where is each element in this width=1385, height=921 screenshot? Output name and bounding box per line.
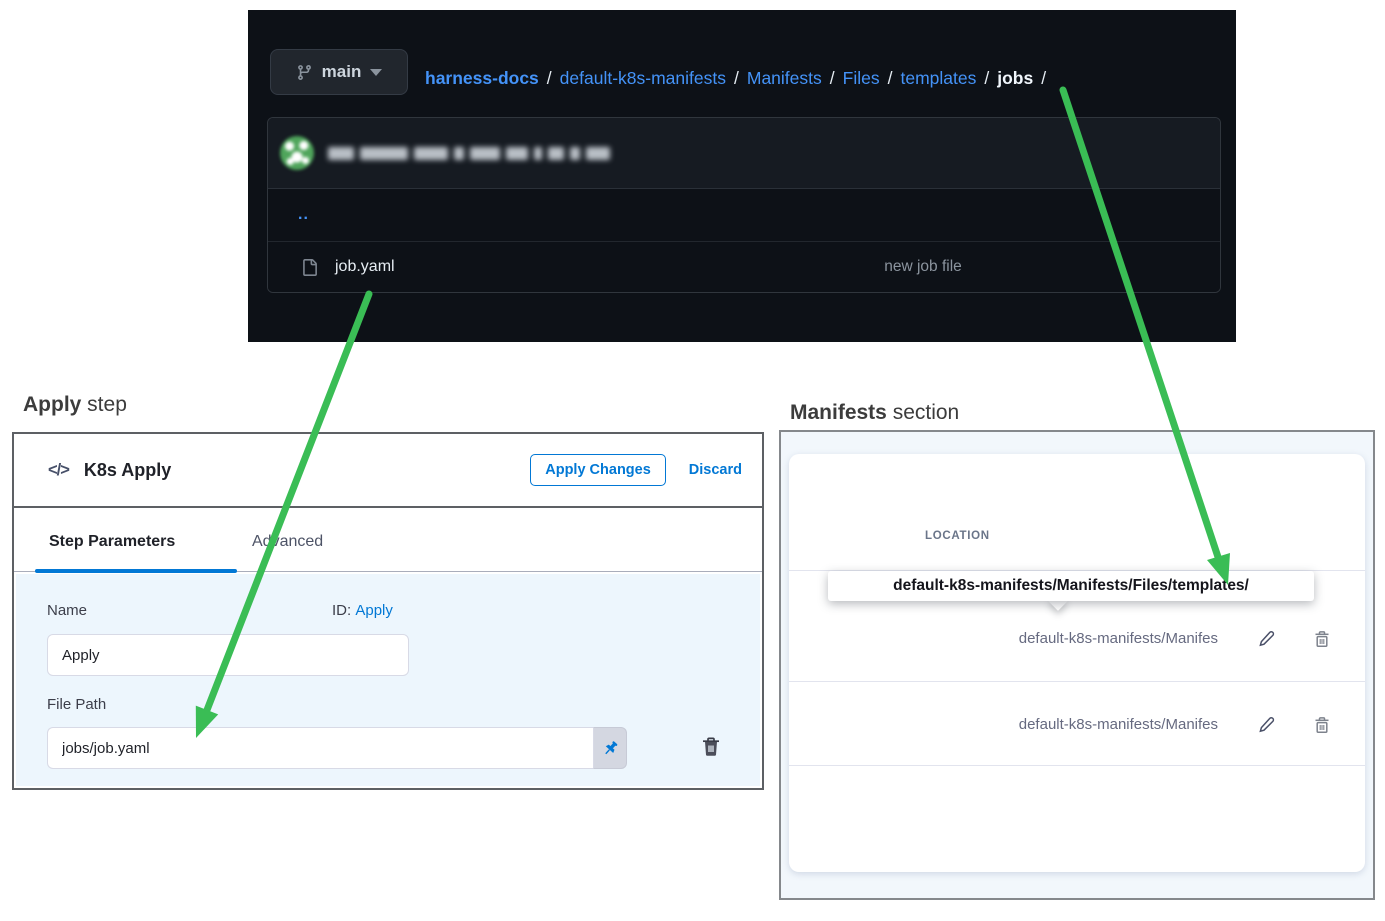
- location-tooltip: default-k8s-manifests/Manifests/Files/te…: [828, 571, 1314, 601]
- breadcrumb-link-manifests[interactable]: Manifests: [747, 68, 822, 89]
- trash-icon: [1312, 715, 1332, 735]
- caption-bold: Manifests: [790, 401, 887, 424]
- file-commit-message[interactable]: new job file: [828, 258, 1018, 276]
- breadcrumb-repo-link[interactable]: harness-docs: [425, 68, 539, 89]
- name-label: Name: [47, 602, 87, 619]
- manifests-section-panel: LOCATION default-k8s-manifests/Manifes d…: [779, 430, 1375, 900]
- caption-bold: Apply: [23, 393, 81, 416]
- step-panel-header: </> K8s Apply Apply Changes Discard: [14, 434, 762, 508]
- breadcrumb-separator: /: [888, 68, 893, 89]
- file-name-link[interactable]: job.yaml: [335, 258, 395, 276]
- divider: [789, 681, 1365, 682]
- pin-input-type-button[interactable]: [593, 727, 627, 769]
- parent-directory-link[interactable]: ..: [298, 206, 309, 224]
- delete-manifest-button[interactable]: [1312, 629, 1332, 649]
- github-file-browser: main harness-docs / default-k8s-manifest…: [248, 10, 1236, 342]
- breadcrumb-separator: /: [830, 68, 835, 89]
- file-path-field: [47, 727, 627, 769]
- step-parameters-form: Name ID: Apply File Path: [16, 574, 760, 786]
- edit-manifest-button[interactable]: [1257, 629, 1277, 649]
- caption-rest: step: [81, 393, 127, 416]
- divider: [789, 765, 1365, 766]
- id-label: ID:: [332, 602, 351, 619]
- step-tabs: Step Parameters Advanced: [14, 508, 762, 572]
- active-tab-underline: [35, 569, 237, 573]
- id-line: ID: Apply: [332, 602, 393, 619]
- breadcrumb-separator: /: [1041, 68, 1046, 89]
- discard-button[interactable]: Discard: [689, 462, 742, 478]
- avatar[interactable]: [280, 136, 314, 170]
- caption-rest: section: [887, 401, 959, 424]
- pushpin-icon: [602, 740, 619, 757]
- chevron-down-icon: [370, 69, 382, 76]
- apply-step-caption: Apply step: [23, 393, 127, 417]
- code-icon: </>: [48, 461, 69, 480]
- name-input[interactable]: [47, 634, 409, 676]
- delete-step-button[interactable]: [698, 735, 724, 761]
- apply-changes-button[interactable]: Apply Changes: [530, 454, 666, 486]
- manifests-card: LOCATION default-k8s-manifests/Manifes d…: [789, 454, 1365, 872]
- file-table: .. job.yaml new job file: [267, 117, 1221, 293]
- delete-manifest-button[interactable]: [1312, 715, 1332, 735]
- breadcrumb-current-jobs: jobs: [997, 68, 1033, 89]
- tab-step-parameters[interactable]: Step Parameters: [49, 533, 175, 551]
- table-row[interactable]: job.yaml new job file: [268, 242, 1220, 292]
- id-value-link[interactable]: Apply: [355, 602, 393, 619]
- k8s-apply-step-panel: </> K8s Apply Apply Changes Discard Step…: [12, 432, 764, 790]
- git-branch-icon: [296, 64, 313, 81]
- pencil-icon: [1257, 715, 1277, 735]
- file-path-input[interactable]: [47, 727, 593, 769]
- branch-name: main: [322, 62, 362, 82]
- step-title: K8s Apply: [84, 460, 171, 481]
- manifest-location-row: default-k8s-manifests/Manifes: [1019, 716, 1218, 733]
- tab-advanced[interactable]: Advanced: [252, 533, 323, 551]
- breadcrumb-separator: /: [734, 68, 739, 89]
- breadcrumb-link-templates[interactable]: templates: [900, 68, 976, 89]
- branch-selector[interactable]: main: [270, 49, 408, 95]
- trash-icon: [1312, 629, 1332, 649]
- edit-manifest-button[interactable]: [1257, 715, 1277, 735]
- parent-directory-row[interactable]: ..: [268, 189, 1220, 242]
- redacted-commit-message: [328, 147, 610, 160]
- file-icon: [301, 259, 318, 276]
- location-column-header: LOCATION: [925, 530, 990, 542]
- breadcrumb-link-default-k8s-manifests[interactable]: default-k8s-manifests: [560, 68, 726, 89]
- breadcrumb-separator: /: [984, 68, 989, 89]
- file-path-label: File Path: [47, 696, 106, 713]
- breadcrumb: harness-docs / default-k8s-manifests / M…: [425, 68, 1046, 89]
- manifests-section-caption: Manifests section: [790, 401, 959, 425]
- pencil-icon: [1257, 629, 1277, 649]
- breadcrumb-separator: /: [547, 68, 552, 89]
- breadcrumb-link-files[interactable]: Files: [843, 68, 880, 89]
- latest-commit-row: [268, 118, 1220, 189]
- trash-icon: [699, 735, 723, 759]
- manifest-location-row: default-k8s-manifests/Manifes: [1019, 630, 1218, 647]
